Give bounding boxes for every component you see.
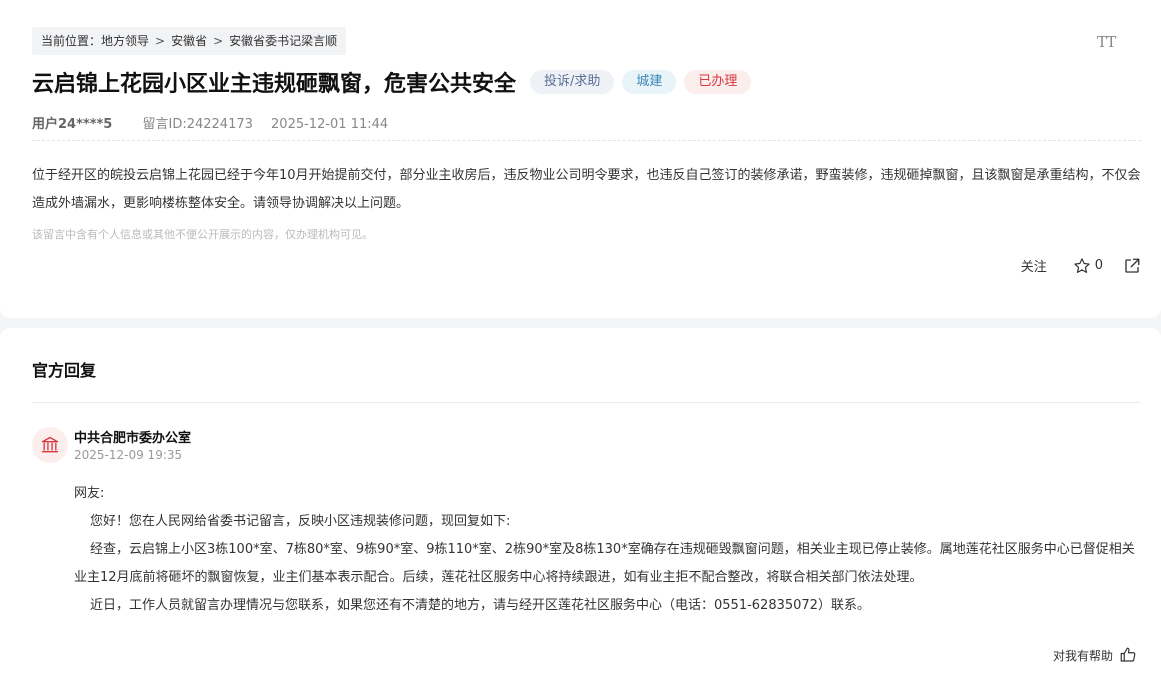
font-size-icon[interactable]: TT xyxy=(1097,33,1116,51)
divider xyxy=(32,140,1141,141)
breadcrumb-item-anhui[interactable]: 安徽省 xyxy=(171,34,207,48)
reply-org-name: 中共合肥市委办公室 xyxy=(74,431,192,446)
helpful-label: 对我有帮助 xyxy=(1052,648,1113,663)
reply-paragraph: 您好！您在人民网给省委书记留言，反映小区违规装修问题，现回复如下: xyxy=(90,514,511,529)
divider xyxy=(32,402,1141,403)
breadcrumb-separator: > xyxy=(155,34,166,48)
share-button[interactable] xyxy=(1123,257,1141,275)
star-button[interactable]: 0 xyxy=(1073,257,1103,275)
breadcrumb: 当前位置：地方领导 > 安徽省 > 安徽省委书记梁言顺 xyxy=(32,27,347,55)
breadcrumb-item-local-leaders[interactable]: 地方领导 xyxy=(101,34,149,48)
page-title: 云启锦上花园小区业主违规砸飘窗，危害公共安全 xyxy=(32,72,517,97)
reply-time: 2025-12-09 19:35 xyxy=(74,448,183,462)
share-icon xyxy=(1125,258,1140,273)
reply-section-title: 官方回复 xyxy=(32,361,97,380)
tag-category-badge: 城建 xyxy=(622,70,677,94)
message-card: 当前位置：地方领导 > 安徽省 > 安徽省委书记梁言顺 TT 云启锦上花园小区业主违规砸… xyxy=(0,0,1161,318)
post-datetime: 2025-12-01 11:44 xyxy=(271,117,389,132)
breadcrumb-prefix: 当前位置： xyxy=(41,34,102,48)
avatar xyxy=(32,427,68,463)
privacy-notice: 该留言中含有个人信息或其他不便公开展示的内容，仅办理机构可见。 xyxy=(32,228,373,241)
post-user: 用户24****5 xyxy=(32,117,113,132)
status-badge: 已办理 xyxy=(684,70,752,94)
title-row: 云启锦上花园小区业主违规砸飘窗，危害公共安全 投诉/求助 城建 已办理 xyxy=(32,66,752,98)
helpful-button[interactable]: 对我有帮助 xyxy=(1053,646,1137,664)
star-count: 0 xyxy=(1094,258,1103,273)
star-icon xyxy=(1073,257,1090,273)
reply-body: 网友: 您好！您在人民网给省委书记留言，反映小区违规装修问题，现回复如下: 经查… xyxy=(74,480,1144,620)
thumbs-up-icon xyxy=(1120,647,1136,662)
post-meta: 用户24****5 留言ID:24224173 2025-12-01 11:44 xyxy=(32,113,388,132)
post-content: 位于经开区的皖投云启锦上花园已经于今年10月开始提前交付，部分业主收房后，违反物… xyxy=(32,168,1141,211)
tag-type-badge: 投诉/求助 xyxy=(530,70,615,94)
message-id: 留言ID:24224173 xyxy=(142,117,253,132)
breadcrumb-separator: > xyxy=(213,34,224,48)
follow-button[interactable]: 关注 xyxy=(1021,256,1047,275)
reply-paragraph: 经查，云启锦上小区3栋100*室、7栋80*室、9栋90*室、9栋110*室、2… xyxy=(74,542,1135,585)
breadcrumb-item-secretary[interactable]: 安徽省委书记梁言顺 xyxy=(229,34,337,48)
reply-paragraph: 近日，工作人员就留言办理情况与您联系，如果您还有不清楚的地方，请与经开区莲花社区… xyxy=(90,598,870,613)
government-building-icon xyxy=(41,436,59,453)
post-actions: 关注 0 xyxy=(1021,256,1141,275)
reply-greeting: 网友: xyxy=(74,486,105,501)
